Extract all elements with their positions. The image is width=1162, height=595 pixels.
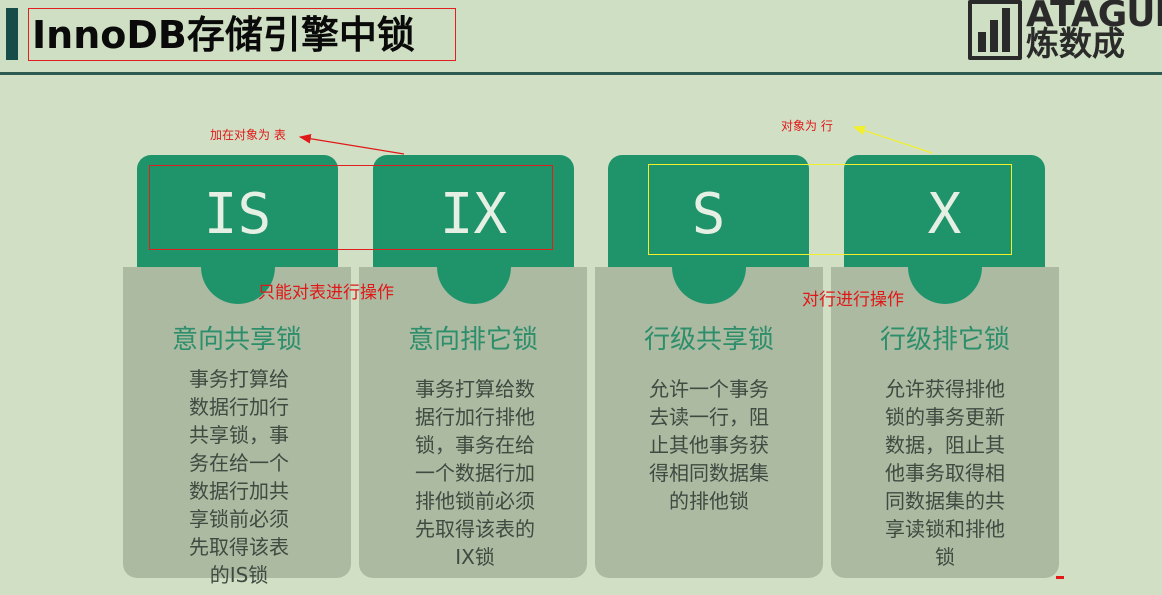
row-target-annotation: 对象为 行: [781, 119, 833, 133]
table-only-annotation: 只能对表进行操作: [258, 283, 394, 303]
annotation-arrows: [298, 125, 933, 155]
table-annotation-arrow: [298, 134, 405, 155]
table-target-annotation: 加在对象为 表: [210, 128, 286, 142]
row-annotation-arrow: [852, 125, 933, 154]
row-ops-annotation: 对行进行操作: [802, 290, 904, 310]
corner-mark: [1056, 576, 1064, 579]
